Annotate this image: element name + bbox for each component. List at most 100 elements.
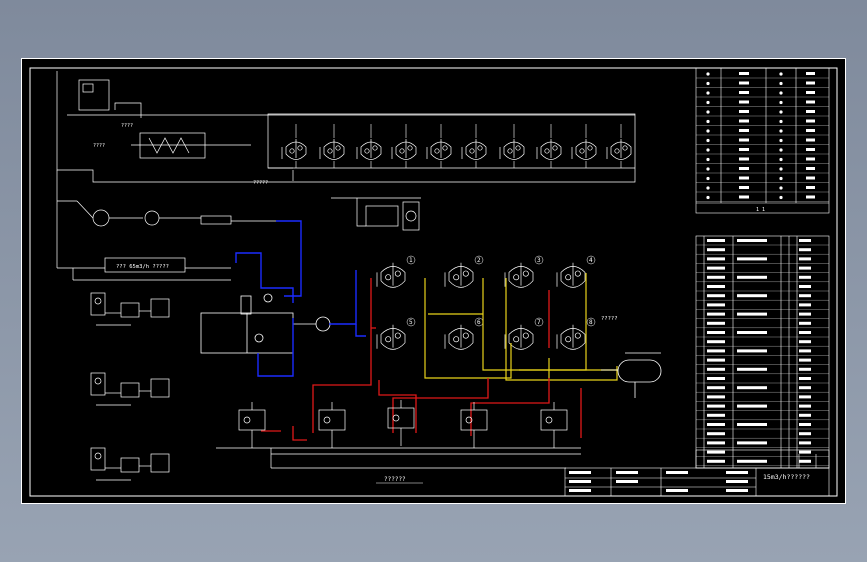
equipment-text-mark — [737, 331, 767, 334]
tank-nozzle — [477, 145, 483, 151]
outer-frame — [21, 58, 846, 504]
tank-nozzle — [297, 145, 303, 151]
bottom-tank[interactable] — [540, 402, 568, 448]
legend-text-mark — [806, 167, 815, 170]
equipment-text-mark — [707, 386, 725, 390]
equipment-text-mark — [799, 441, 811, 445]
legend-symbol-icon — [706, 167, 710, 171]
bottom-tank[interactable] — [238, 402, 266, 448]
tank-nozzle — [394, 332, 401, 339]
legend-text-mark — [806, 100, 815, 104]
equipment-text-mark — [707, 395, 725, 399]
auxiliary-unit[interactable] — [90, 292, 170, 326]
tank-nozzle — [327, 148, 333, 154]
title-block-text-mark — [726, 471, 748, 474]
middle-fermenter[interactable] — [556, 324, 586, 350]
lower-left-units — [90, 292, 170, 481]
legend-text-mark — [806, 119, 815, 123]
equipment-text-mark — [799, 386, 811, 390]
tank-nozzle — [622, 145, 628, 151]
equipment-text-mark — [799, 266, 811, 270]
top-piping — [56, 71, 636, 268]
fermenter-number: 3 — [537, 257, 541, 264]
equipment-text-mark — [737, 423, 767, 426]
legend-text-mark — [739, 72, 749, 75]
aux-vessel-gauge — [94, 377, 102, 385]
legend-text-mark — [739, 148, 749, 151]
equipment-text-mark — [737, 294, 767, 298]
aux-tank — [120, 382, 140, 398]
middle-fermenter[interactable] — [444, 262, 474, 288]
fermenter-number: 7 — [537, 319, 541, 326]
top-fermenter[interactable] — [319, 139, 345, 160]
equipment-text-mark — [707, 266, 725, 270]
auxiliary-unit[interactable] — [90, 372, 170, 406]
equipment-text-mark — [737, 441, 767, 445]
tank-nozzle — [579, 148, 585, 154]
equipment-text-mark — [799, 340, 811, 344]
fermenter-number: 4 — [589, 257, 593, 264]
drawing-sheet[interactable]: 1 1 15m3/h?????? ?????? ???? ???? ????? … — [21, 58, 846, 504]
bottom-tank[interactable] — [318, 402, 346, 448]
middle-fermenter[interactable] — [376, 324, 406, 350]
tank-nozzle — [565, 336, 572, 343]
title-block-text-mark — [726, 489, 748, 492]
legend-symbol-icon — [779, 72, 783, 76]
legend-text-mark — [806, 138, 815, 142]
top-fermenter[interactable] — [571, 139, 597, 160]
equipment-text-mark — [707, 331, 725, 334]
bottom-tank[interactable] — [387, 400, 415, 446]
equipment-text-mark — [737, 386, 767, 390]
bottom-tank-body — [238, 409, 266, 431]
legend-text-mark — [806, 72, 815, 75]
equipment-text-mark — [799, 459, 811, 463]
equipment-text-mark — [799, 377, 811, 380]
storage-vessel — [601, 352, 662, 398]
legend-symbol-icon — [779, 81, 783, 86]
top-fermenter[interactable] — [356, 139, 382, 160]
auxiliary-unit[interactable] — [90, 447, 170, 481]
middle-fermenter[interactable] — [504, 262, 534, 288]
tank-nozzle — [364, 148, 370, 154]
tank-nozzle — [462, 270, 469, 277]
equipment-text-mark — [737, 257, 767, 261]
middle-fermenter[interactable] — [504, 324, 534, 350]
equipment-text-mark — [799, 285, 811, 288]
feed-label: ??? 65m3/h ????? — [116, 264, 169, 270]
legend-symbol-icon — [706, 186, 710, 190]
top-fermenter[interactable] — [281, 139, 307, 160]
top-fermenter[interactable] — [391, 139, 417, 160]
tank-nozzle — [574, 270, 581, 277]
title-block-text-mark — [616, 480, 638, 483]
legend-text-mark — [806, 195, 815, 199]
legend-symbol-icon — [706, 119, 710, 124]
equipment-text-mark — [707, 413, 725, 417]
legend-symbol-icon — [779, 100, 783, 105]
legend-text-mark — [806, 157, 815, 161]
equipment-text-mark — [799, 349, 811, 353]
bottom-tank-row — [238, 400, 568, 448]
legend-text-mark — [739, 129, 749, 132]
legend-symbol-icon — [706, 157, 710, 162]
top-fermenter[interactable] — [536, 139, 562, 160]
tank-nozzle — [372, 145, 378, 151]
middle-fermenter-groups: 1 2 3 4 5 6 7 8 — [376, 255, 596, 350]
top-fermenter[interactable] — [499, 139, 525, 160]
middle-fermenter[interactable] — [376, 262, 406, 288]
equipment-rows — [696, 239, 829, 466]
middle-fermenter[interactable] — [556, 262, 586, 288]
equipment-text-mark — [707, 321, 725, 325]
bottom-tank-gauge — [392, 414, 400, 422]
bottom-tank[interactable] — [460, 402, 488, 448]
equipment-text-mark — [707, 312, 725, 316]
top-fermenter[interactable] — [606, 139, 632, 160]
legend-text-mark — [806, 176, 815, 180]
top-right-unit — [331, 197, 421, 231]
middle-fermenter[interactable] — [444, 324, 474, 350]
tank-nozzle — [289, 148, 295, 154]
legend-symbol-icon — [779, 119, 783, 124]
top-fermenter[interactable] — [426, 139, 452, 160]
top-fermenter[interactable] — [461, 139, 487, 160]
equipment-text-mark — [799, 413, 811, 417]
equipment-text-mark — [799, 294, 811, 298]
